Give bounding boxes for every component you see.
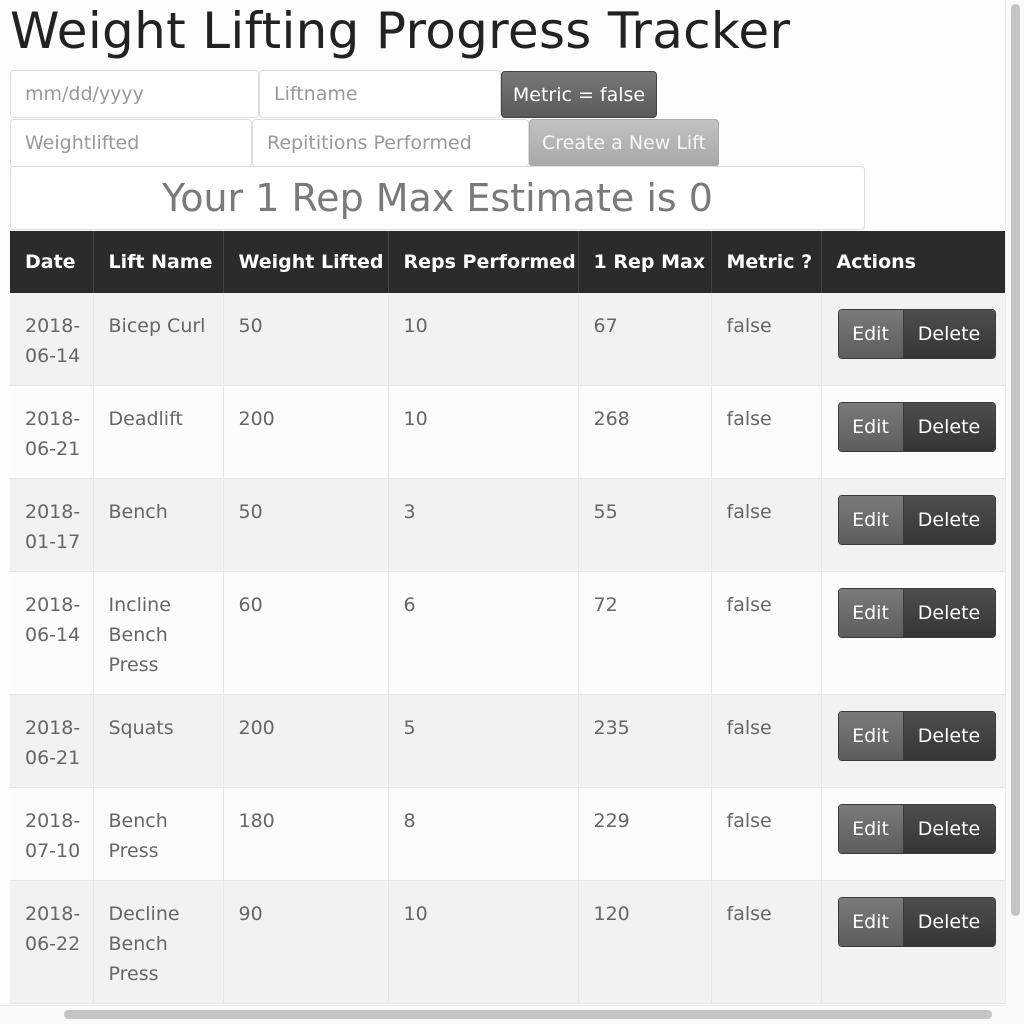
weight-input[interactable]	[10, 119, 252, 167]
cell-metric: false	[711, 694, 822, 788]
edit-button[interactable]: Edit	[838, 805, 904, 853]
cell-reps-performed: 8	[388, 787, 579, 881]
cell-date: 2018-01-17	[10, 478, 94, 572]
delete-button[interactable]: Delete	[903, 403, 995, 451]
cell-lift-name: Incline Bench Press	[93, 571, 224, 695]
cell-reps-performed: 3	[388, 478, 579, 572]
cell-metric: false	[711, 880, 822, 1004]
vertical-scroll-thumb[interactable]	[1011, 4, 1020, 916]
row-action-buttons: Edit Delete	[837, 402, 996, 452]
cell-lift-name: Deadlift	[93, 385, 224, 479]
table-row: 2018-06-14 Incline Bench Press 60 6 72 false E…	[10, 571, 1006, 695]
edit-button[interactable]: Edit	[838, 496, 904, 544]
cell-date: 2018-06-21	[10, 385, 94, 479]
cell-lift-name: Bench Press	[93, 787, 224, 881]
cell-weight-lifted: 200	[223, 694, 389, 788]
cell-one-rep-max: 67	[578, 293, 712, 386]
cell-lift-name: Bicep Curl	[93, 293, 224, 386]
row-action-buttons: Edit Delete	[837, 588, 996, 638]
cell-metric: false	[711, 787, 822, 881]
row-action-buttons: Edit Delete	[837, 804, 996, 854]
row-action-buttons: Edit Delete	[837, 495, 996, 545]
horizontal-scroll-thumb[interactable]	[64, 1010, 992, 1019]
edit-button[interactable]: Edit	[838, 589, 904, 637]
delete-button[interactable]: Delete	[903, 805, 995, 853]
liftname-input[interactable]	[259, 70, 501, 118]
cell-actions: Edit Delete	[821, 880, 1006, 1004]
header-metric: Metric ?	[711, 231, 822, 293]
cell-metric: false	[711, 571, 822, 695]
cell-weight-lifted: 180	[223, 787, 389, 881]
table-row: 2018-06-21 Squats 200 5 235 false Edit Delete	[10, 694, 1006, 788]
table-row: 2018-06-22 Decline Bench Press 90 10 120 fals…	[10, 880, 1006, 1004]
cell-one-rep-max: 268	[578, 385, 712, 479]
cell-date: 2018-06-14	[10, 293, 94, 386]
cell-date: 2018-07-10	[10, 787, 94, 881]
delete-button[interactable]: Delete	[903, 496, 995, 544]
one-rep-max-estimate: Your 1 Rep Max Estimate is 0	[10, 166, 865, 230]
cell-actions: Edit Delete	[821, 385, 1006, 479]
cell-actions: Edit Delete	[821, 478, 1006, 572]
edit-button[interactable]: Edit	[838, 898, 904, 946]
app-page: Weight Lifting Progress Tracker Metric =…	[0, 0, 1024, 1024]
cell-metric: false	[711, 293, 822, 386]
table-row: 2018-07-10 Bench Press 180 8 229 false Edit Del…	[10, 787, 1006, 881]
reps-input[interactable]	[252, 119, 529, 167]
header-date: Date	[10, 231, 94, 293]
cell-reps-performed: 10	[388, 385, 579, 479]
header-weight-lifted: Weight Lifted	[223, 231, 389, 293]
date-input[interactable]	[10, 70, 259, 118]
vertical-scrollbar[interactable]	[1005, 0, 1024, 1024]
cell-one-rep-max: 55	[578, 478, 712, 572]
cell-reps-performed: 10	[388, 880, 579, 1004]
header-lift-name: Lift Name	[93, 231, 224, 293]
page-title: Weight Lifting Progress Tracker	[10, 2, 791, 60]
table-header-row: Date Lift Name Weight Lifted Reps Perfor…	[10, 231, 1007, 293]
cell-one-rep-max: 120	[578, 880, 712, 1004]
cell-actions: Edit Delete	[821, 293, 1006, 386]
delete-button[interactable]: Delete	[903, 589, 995, 637]
table-row: 2018-01-17 Bench 50 3 55 false Edit Delete	[10, 478, 1006, 572]
cell-date: 2018-06-22	[10, 880, 94, 1004]
header-reps-performed: Reps Performed	[388, 231, 579, 293]
row-action-buttons: Edit Delete	[837, 711, 996, 761]
cell-metric: false	[711, 385, 822, 479]
cell-actions: Edit Delete	[821, 694, 1006, 788]
cell-lift-name: Squats	[93, 694, 224, 788]
delete-button[interactable]: Delete	[903, 898, 995, 946]
edit-button[interactable]: Edit	[838, 403, 904, 451]
delete-button[interactable]: Delete	[903, 310, 995, 358]
cell-lift-name: Decline Bench Press	[93, 880, 224, 1004]
row-action-buttons: Edit Delete	[837, 897, 996, 947]
cell-weight-lifted: 60	[223, 571, 389, 695]
table-row: 2018-06-14 Bicep Curl 50 10 67 false Edit Delet…	[10, 293, 1006, 386]
cell-reps-performed: 6	[388, 571, 579, 695]
header-one-rep-max: 1 Rep Max	[578, 231, 712, 293]
cell-lift-name: Bench	[93, 478, 224, 572]
lifts-table: Date Lift Name Weight Lifted Reps Perfor…	[10, 231, 1007, 1004]
table-row: 2018-06-21 Deadlift 200 10 268 false Edit Delet…	[10, 385, 1006, 479]
delete-button[interactable]: Delete	[903, 712, 995, 760]
cell-one-rep-max: 72	[578, 571, 712, 695]
cell-actions: Edit Delete	[821, 787, 1006, 881]
cell-weight-lifted: 200	[223, 385, 389, 479]
cell-date: 2018-06-14	[10, 571, 94, 695]
cell-actions: Edit Delete	[821, 571, 1006, 695]
horizontal-scrollbar[interactable]	[0, 1005, 1006, 1024]
cell-reps-performed: 5	[388, 694, 579, 788]
cell-one-rep-max: 229	[578, 787, 712, 881]
cell-weight-lifted: 90	[223, 880, 389, 1004]
cell-date: 2018-06-21	[10, 694, 94, 788]
row-action-buttons: Edit Delete	[837, 309, 996, 359]
cell-reps-performed: 10	[388, 293, 579, 386]
metric-toggle-button[interactable]: Metric = false	[501, 71, 657, 118]
edit-button[interactable]: Edit	[838, 310, 904, 358]
create-lift-button[interactable]: Create a New Lift	[529, 119, 719, 167]
cell-one-rep-max: 235	[578, 694, 712, 788]
edit-button[interactable]: Edit	[838, 712, 904, 760]
cell-weight-lifted: 50	[223, 478, 389, 572]
header-actions: Actions	[821, 231, 1007, 293]
cell-weight-lifted: 50	[223, 293, 389, 386]
cell-metric: false	[711, 478, 822, 572]
